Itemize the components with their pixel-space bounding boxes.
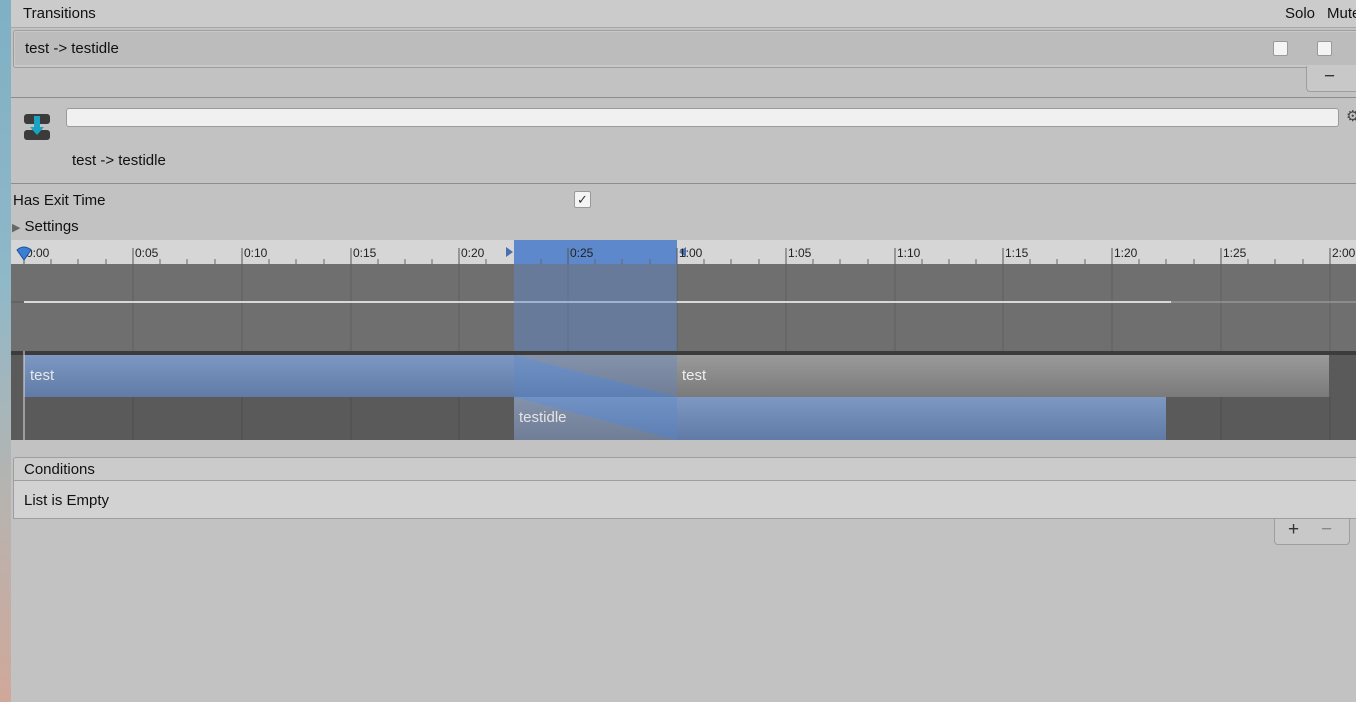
ruler-tick-label: 0:05	[135, 246, 159, 260]
conditions-list: List is Empty	[13, 481, 1356, 519]
transitions-title: Transitions	[23, 5, 96, 22]
conditions-list-footer: + −	[1274, 519, 1350, 545]
ruler-tick-label: 1:10	[897, 246, 921, 260]
ruler-tick-label: 0:20	[461, 246, 485, 260]
settings-label: Settings	[24, 218, 79, 235]
ruler-tick-label: 1:20	[1114, 246, 1138, 260]
has-exit-time-checkbox[interactable]: ✓	[574, 191, 591, 208]
transition-icon	[22, 112, 52, 142]
transition-timeline[interactable]: 0:00 0:05 0:10 0:15 0:20 0:25 1:00 1:05 …	[11, 240, 1356, 440]
conditions-title: Conditions	[24, 461, 95, 478]
mute-checkbox[interactable]	[1317, 41, 1332, 56]
ruler-tick-label: 1:00	[679, 246, 703, 260]
solo-column-label: Solo	[1285, 5, 1316, 22]
timeline-curve-area	[11, 264, 1356, 351]
empty-list-text: List is Empty	[24, 492, 110, 509]
gear-icon[interactable]: ⚙	[1346, 107, 1356, 125]
remove-condition-button[interactable]: −	[1321, 519, 1332, 541]
settings-foldout[interactable]: ▶ Settings	[12, 218, 79, 235]
playhead-marker-icon[interactable]	[15, 246, 33, 262]
transitions-list: test -> testidle	[13, 30, 1356, 68]
divider	[11, 183, 1356, 184]
ruler-tick-label: 0:15	[353, 246, 377, 260]
has-exit-time-label: Has Exit Time	[13, 192, 106, 209]
transition-row-label: test -> testidle	[25, 40, 119, 57]
clip-label: test	[30, 367, 55, 384]
remove-transition-button[interactable]: −	[1324, 66, 1335, 88]
ruler-tick-label: 0:25	[570, 246, 594, 260]
clip-tracks	[11, 351, 1356, 440]
transition-name-input[interactable]	[66, 108, 1339, 127]
timeline-ruler[interactable]: 0:00 0:05 0:10 0:15 0:20 0:25 1:00 1:05 …	[11, 240, 1356, 265]
timeline-clip-area: test test testidle	[11, 351, 1356, 440]
ruler-tick-label: 1:25	[1223, 246, 1247, 260]
curve-graph	[11, 264, 1356, 351]
ruler-tick-label: 2:00	[1332, 246, 1356, 260]
mute-column-label: Mute	[1327, 5, 1356, 22]
ruler-tick-label: 0:10	[244, 246, 268, 260]
add-condition-button[interactable]: +	[1288, 519, 1299, 541]
transitions-list-footer: −	[1306, 66, 1356, 92]
ruler-tick-label: 1:15	[1005, 246, 1029, 260]
divider	[11, 97, 1356, 98]
transition-list-row[interactable]: test -> testidle	[15, 32, 1356, 65]
clip-label: test	[682, 367, 707, 384]
ruler-tick-label: 1:05	[788, 246, 812, 260]
transitions-header: Transitions Solo Mute	[11, 0, 1356, 28]
clip-label: testidle	[519, 409, 567, 426]
conditions-header: Conditions	[13, 457, 1356, 481]
foldout-arrow-icon: ▶	[12, 222, 21, 234]
transition-title: test -> testidle	[72, 152, 166, 169]
solo-checkbox[interactable]	[1273, 41, 1288, 56]
